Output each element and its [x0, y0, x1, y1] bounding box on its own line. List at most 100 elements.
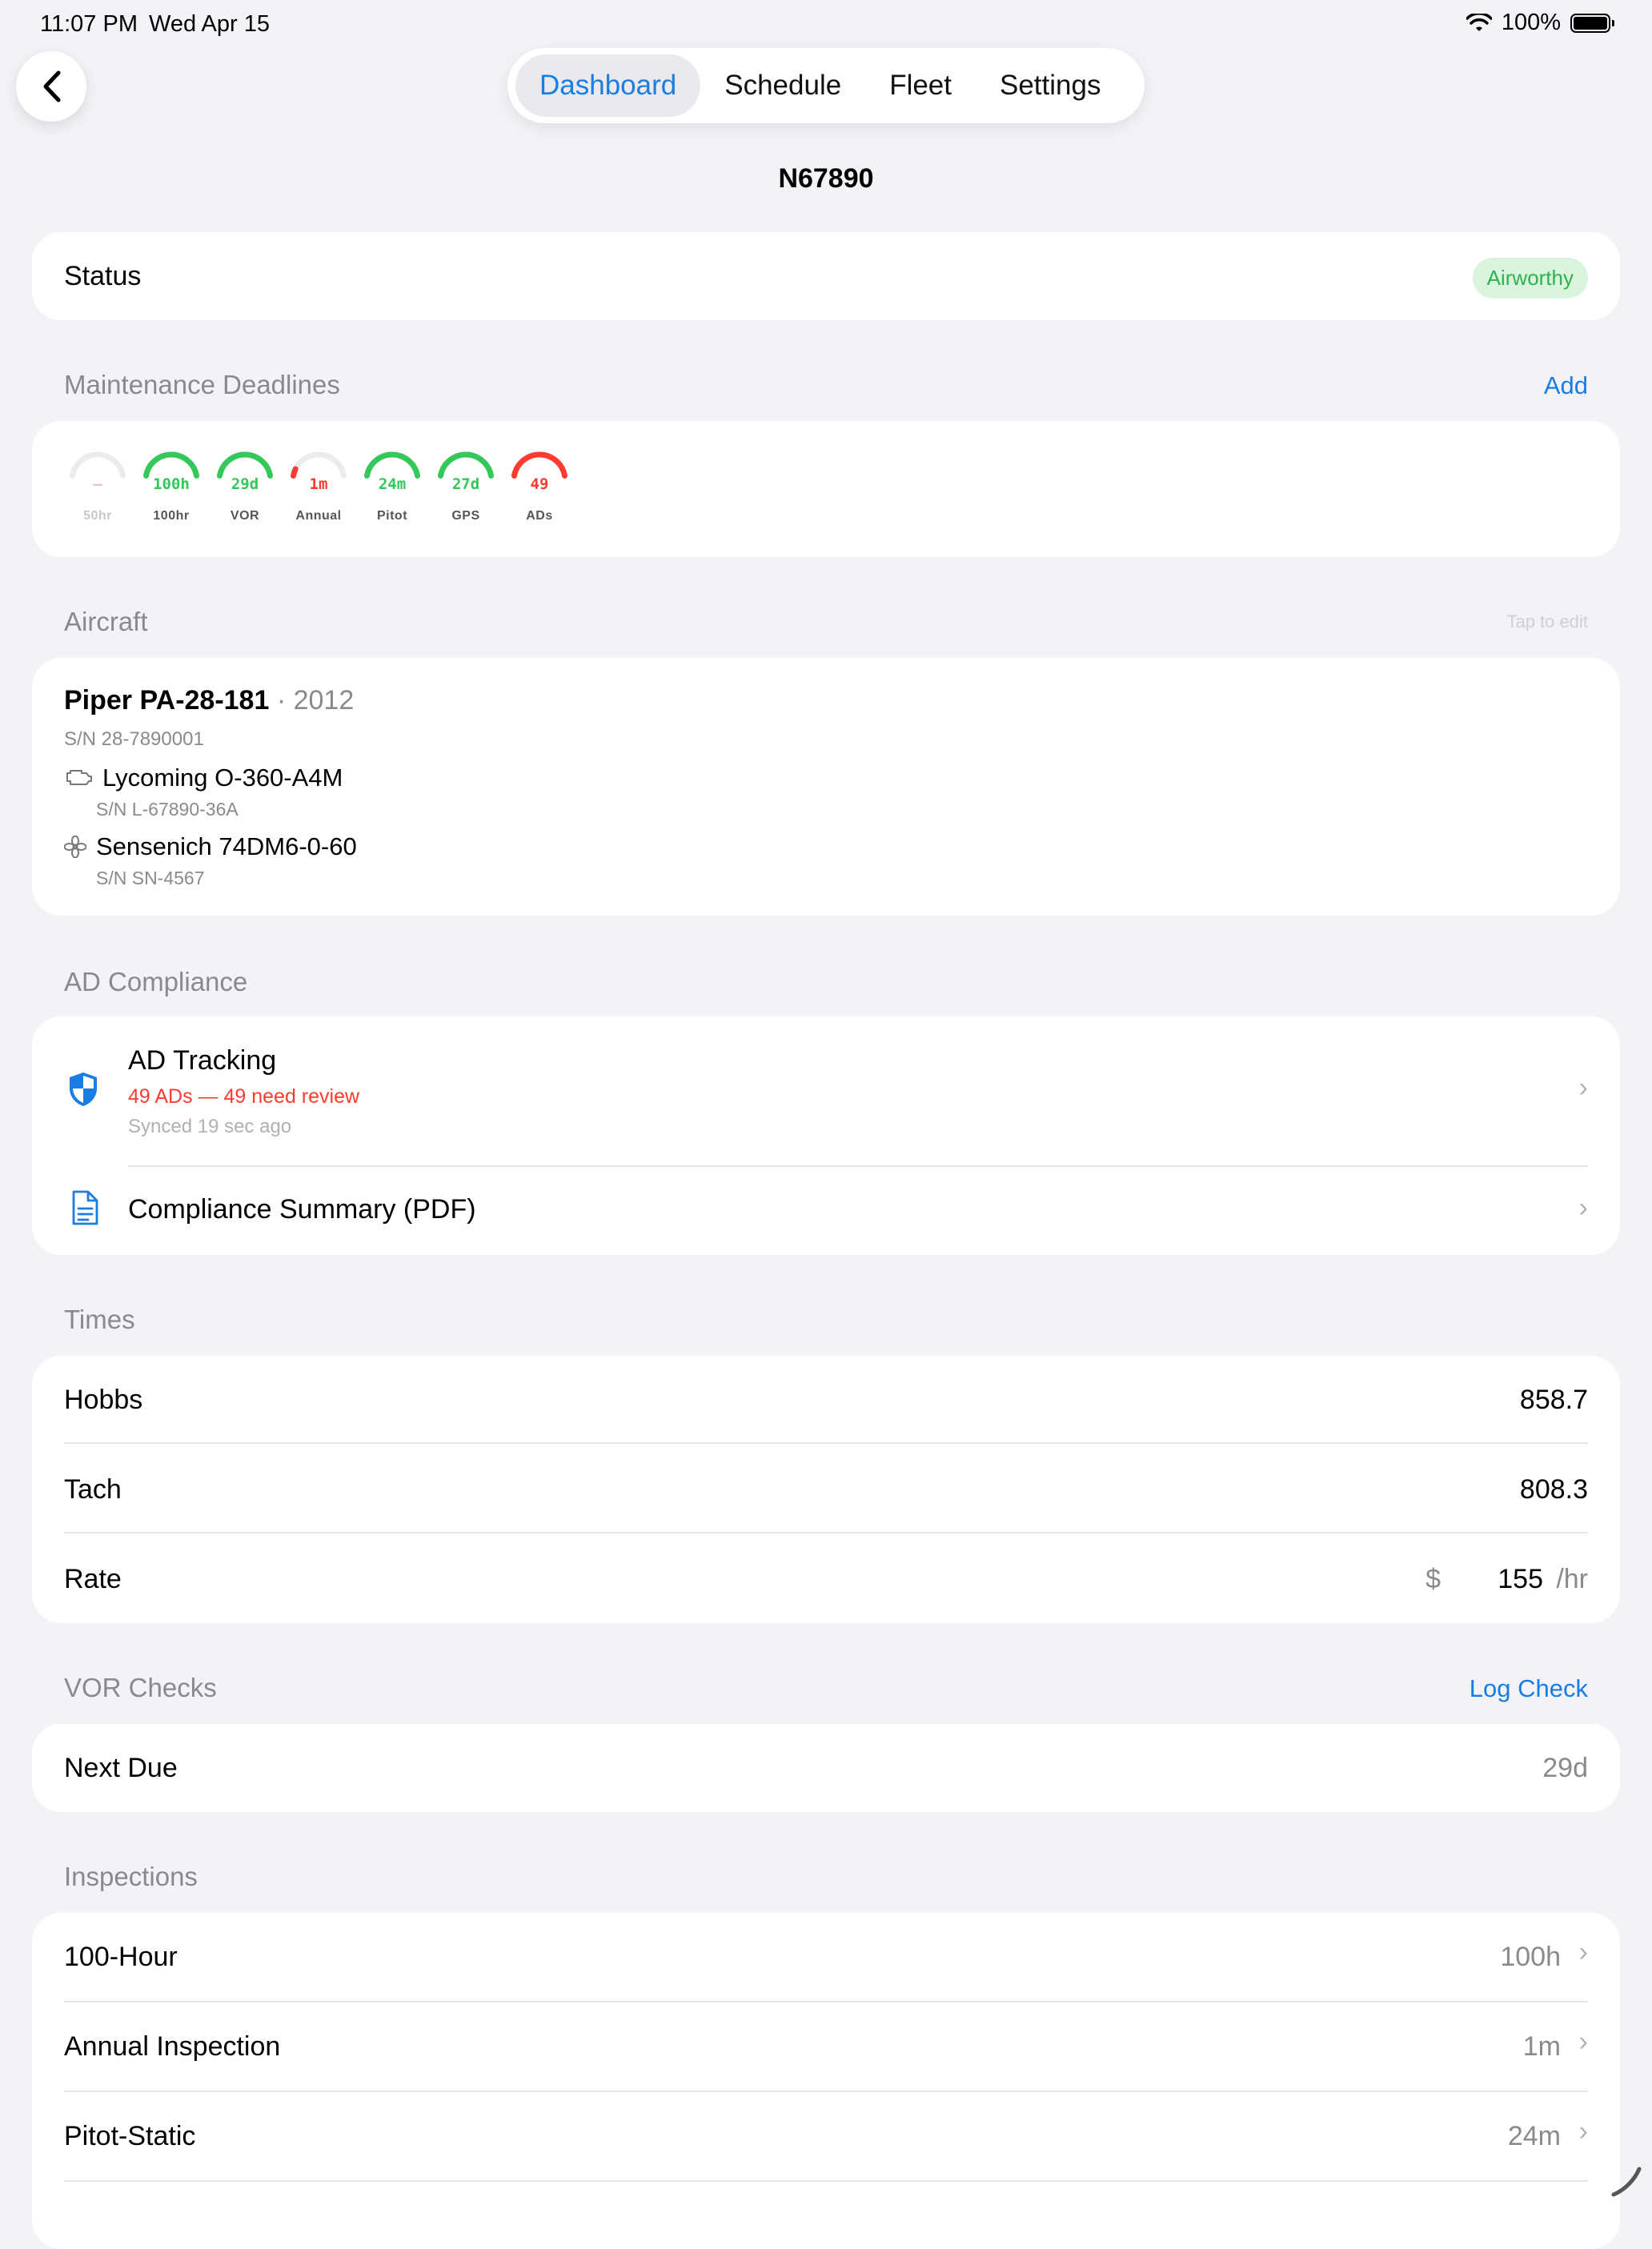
engine-serial: S/N L-67890-36A	[96, 799, 239, 820]
chevron-right-icon: ›	[1578, 1193, 1588, 1223]
scroll-indicator[interactable]	[1610, 2166, 1642, 2198]
inspections-card: 100-Hour 100h › Annual Inspection 1m › P…	[32, 1913, 1620, 2249]
inspection-value: 1m	[1522, 2031, 1561, 2062]
engine-model: Lycoming O-360-A4M	[102, 764, 343, 792]
maintenance-card: — 50hr 100h 100hr 29d VOR 1m Annual 24m Pitot 27d G…	[32, 421, 1620, 557]
hobbs-value[interactable]: 858.7	[1520, 1385, 1588, 1416]
ad-compliance-header: AD Compliance	[64, 967, 248, 996]
vor-card: Next Due 29d	[32, 1724, 1620, 1812]
propeller-icon	[64, 836, 86, 858]
gauge-track	[290, 451, 347, 479]
inspection-label: 100-Hour	[64, 1942, 178, 1972]
row-divider	[64, 2180, 1588, 2182]
ad-tracking-title: AD Tracking	[128, 1045, 277, 1076]
chevron-left-icon	[43, 70, 61, 102]
gauge-value: 49	[530, 475, 549, 493]
status-bar: 11:07 PM Wed Apr 15 100%	[0, 0, 1652, 51]
deadline-gauge[interactable]: 24m Pitot	[360, 448, 424, 523]
gauge-value: 27d	[451, 475, 480, 493]
gauge-label: 50hr	[83, 509, 112, 523]
gauge-label: Pitot	[376, 509, 408, 523]
tach-label: Tach	[64, 1474, 122, 1505]
status-time: 11:07 PM	[40, 11, 138, 37]
chevron-right-icon: ›	[1578, 2027, 1588, 2057]
inspections-header: Inspections	[64, 1862, 198, 1891]
row-divider	[64, 1532, 1588, 1533]
add-deadline-button[interactable]: Add	[1544, 371, 1588, 400]
inspection-label: Pitot-Static	[64, 2121, 196, 2151]
aircraft-card[interactable]: Piper PA-28-181 · 2012 S/N 28-7890001 Ly…	[32, 658, 1620, 916]
inspection-value: 24m	[1507, 2121, 1561, 2151]
tab-settings[interactable]: Settings	[976, 54, 1125, 117]
deadline-gauge[interactable]: 1m Annual	[287, 448, 351, 523]
next-due-label: Next Due	[64, 1753, 178, 1783]
battery-icon	[1570, 13, 1614, 33]
deadline-gauge[interactable]: 29d VOR	[213, 448, 277, 523]
propeller-serial: S/N SN-4567	[96, 868, 205, 888]
deadline-gauge[interactable]: — 50hr	[66, 448, 130, 523]
status-date: Wed Apr 15	[149, 11, 271, 37]
compliance-summary-row[interactable]: Compliance Summary (PDF) ›	[32, 1167, 1620, 1255]
document-icon	[72, 1190, 98, 1225]
times-card: Hobbs 858.7 Tach 808.3 Rate $ 155 /hr	[32, 1356, 1620, 1623]
status-badge: Airworthy	[1472, 258, 1588, 299]
chevron-right-icon: ›	[1578, 1937, 1588, 1967]
ad-tracking-row[interactable]: AD Tracking 49 ADs — 49 need review Sync…	[32, 1016, 1620, 1165]
gauge-label: ADs	[526, 509, 553, 523]
rate-label: Rate	[64, 1564, 122, 1594]
gauge-label: VOR	[230, 509, 260, 523]
gauge-value: 1m	[309, 475, 328, 493]
tab-schedule[interactable]: Schedule	[700, 54, 865, 117]
gauge-row: — 50hr 100h 100hr 29d VOR 1m Annual 24m Pitot 27d G…	[66, 448, 571, 523]
gauge-track	[69, 451, 126, 479]
tab-dashboard[interactable]: Dashboard	[515, 54, 701, 117]
gauge-fill	[511, 451, 568, 479]
inspection-row-pitot-static[interactable]: Pitot-Static 24m ›	[32, 2092, 1620, 2180]
times-header: Times	[64, 1305, 135, 1334]
rate-currency: $	[1425, 1564, 1441, 1594]
next-due-value: 29d	[1542, 1753, 1588, 1783]
page-title: N67890	[778, 163, 874, 194]
log-check-button[interactable]: Log Check	[1470, 1674, 1588, 1703]
status-right: 100%	[1466, 10, 1614, 36]
aircraft-year: · 2012	[276, 685, 355, 716]
inspection-value: 100h	[1500, 1942, 1561, 1972]
inspection-row-annual[interactable]: Annual Inspection 1m ›	[32, 2002, 1620, 2091]
chevron-right-icon: ›	[1578, 2116, 1588, 2147]
wifi-icon	[1466, 13, 1492, 31]
gauge-fill	[363, 451, 421, 479]
gauge-fill	[216, 451, 274, 479]
deadline-gauge[interactable]: 100h 100hr	[139, 448, 203, 523]
battery-percent: 100%	[1501, 10, 1561, 35]
inspection-row-100-hour[interactable]: 100-Hour 100h ›	[32, 1913, 1620, 2001]
tab-fleet[interactable]: Fleet	[865, 54, 976, 117]
gauge-fill	[437, 451, 495, 479]
ad-tracking-sync: Synced 19 sec ago	[128, 1116, 292, 1137]
rate-input[interactable]: 155	[1498, 1564, 1543, 1595]
back-button[interactable]	[16, 51, 86, 122]
tab-bar: Dashboard Schedule Fleet Settings	[507, 48, 1145, 123]
gauge-value: 24m	[378, 475, 407, 493]
maintenance-header: Maintenance Deadlines	[64, 370, 340, 399]
compliance-summary-label: Compliance Summary (PDF)	[128, 1194, 476, 1225]
deadline-gauge[interactable]: 27d GPS	[434, 448, 498, 523]
gauge-label: 100hr	[153, 509, 190, 523]
gauge-value: 29d	[231, 475, 259, 493]
gauge-value: 100h	[153, 475, 190, 493]
ad-compliance-card: AD Tracking 49 ADs — 49 need review Sync…	[32, 1016, 1620, 1255]
ad-tracking-status: 49 ADs — 49 need review	[128, 1085, 360, 1108]
aircraft-model-line: Piper PA-28-181 · 2012	[64, 685, 354, 716]
aircraft-header: Aircraft	[64, 607, 148, 636]
tap-to-edit-hint: Tap to edit	[1506, 611, 1588, 631]
gauge-label: Annual	[295, 509, 342, 523]
aircraft-serial: S/N 28-7890001	[64, 728, 204, 750]
gauge-label: GPS	[451, 509, 480, 523]
deadline-gauge[interactable]: 49 ADs	[507, 448, 571, 523]
rate-unit: /hr	[1556, 1564, 1588, 1594]
aircraft-model: Piper PA-28-181	[64, 685, 270, 716]
inspection-label: Annual Inspection	[64, 2031, 281, 2062]
gauge-value: —	[93, 475, 102, 493]
tach-value[interactable]: 808.3	[1520, 1474, 1588, 1505]
status-label: Status	[64, 261, 142, 291]
row-divider	[64, 1442, 1588, 1444]
